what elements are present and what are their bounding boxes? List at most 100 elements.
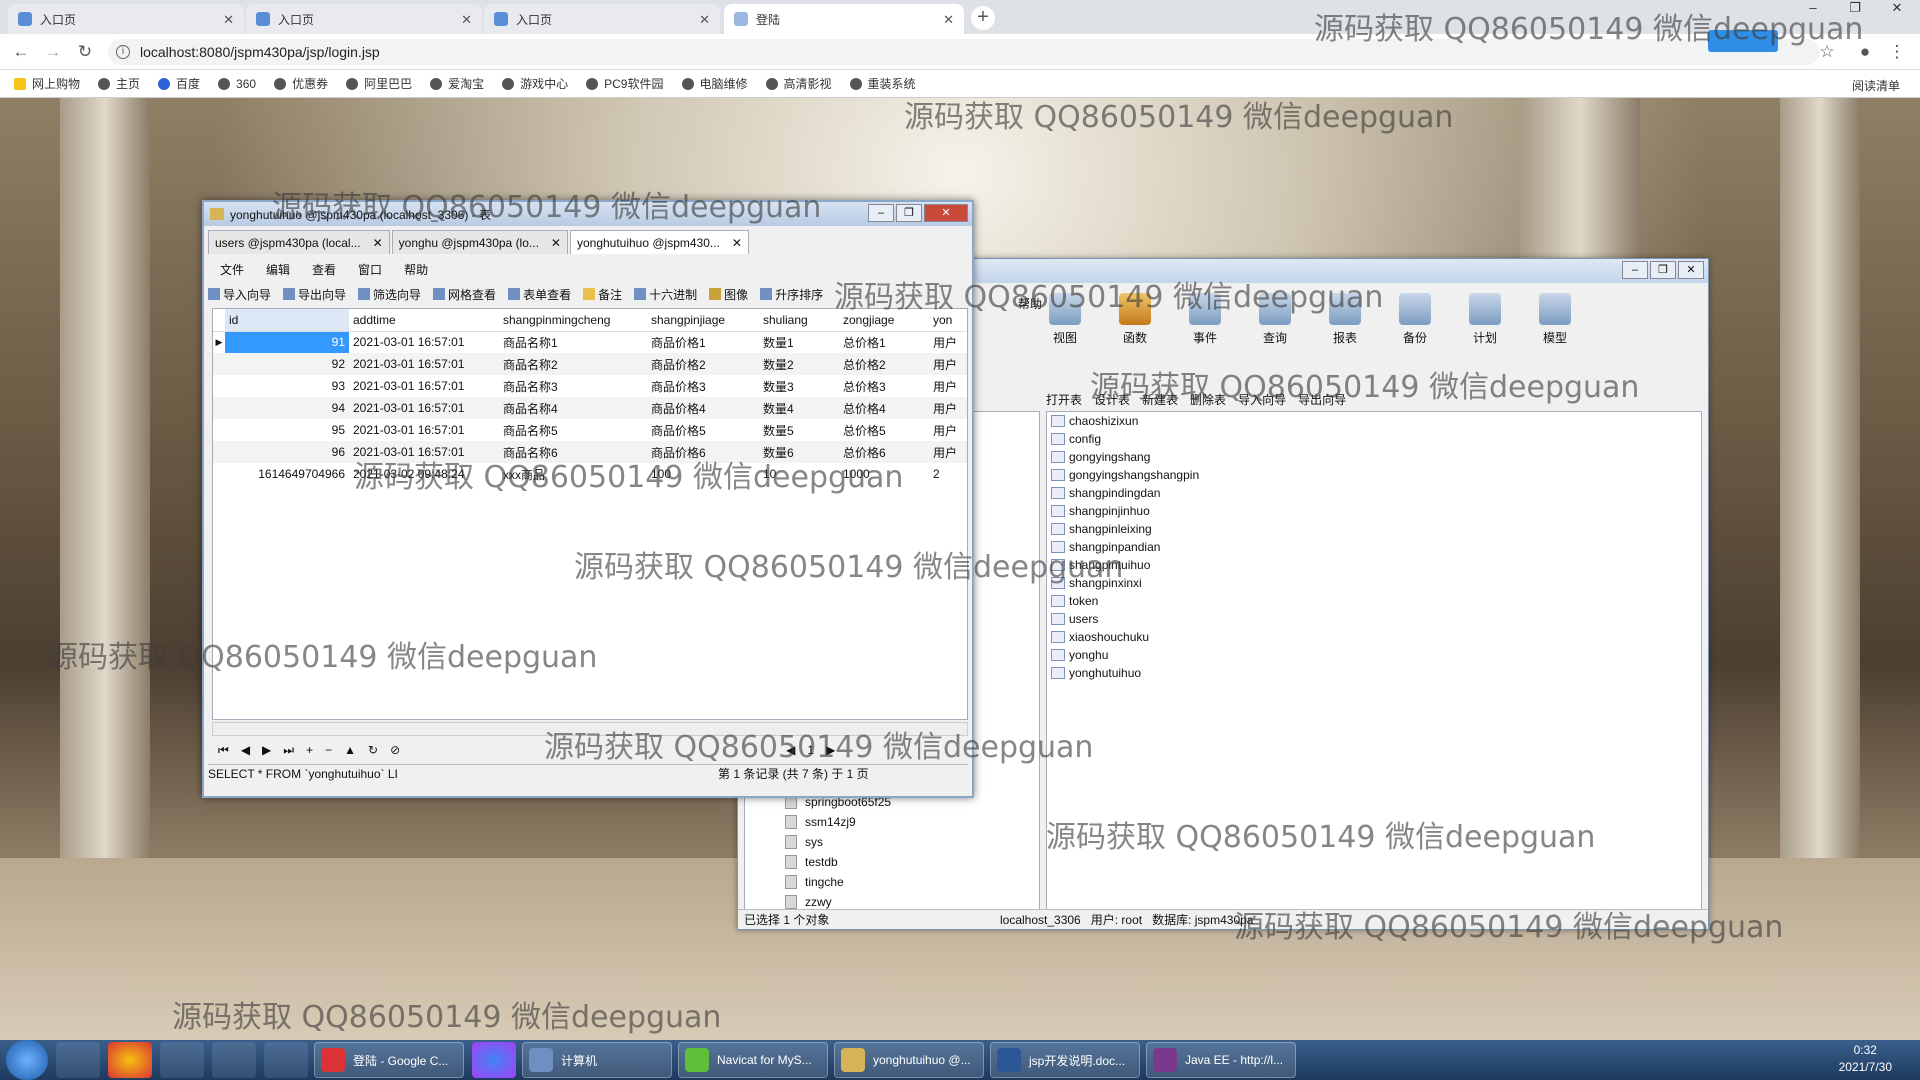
close-icon[interactable]: ✕ [373,236,383,250]
first-record-icon[interactable]: ⏮ [218,743,229,758]
hex-button[interactable]: 十六进制 [634,286,697,303]
bookmark-item[interactable]: 阿里巴巴 [346,75,412,92]
close-icon[interactable]: ✕ [943,12,954,28]
bookmark-item[interactable]: 优惠券 [274,75,328,92]
form-view-button[interactable]: 表单查看 [508,286,571,303]
cell[interactable]: 用户 [929,375,967,397]
column-header[interactable]: id [225,309,349,332]
table-item[interactable]: shangpinxinxi [1047,574,1701,592]
cell[interactable]: 96 [225,441,349,463]
tab-users[interactable]: users @jspm430pa (local... ✕ [208,230,390,254]
database-item[interactable]: tingche [745,872,1035,892]
table-item[interactable]: shangpinpandian [1047,538,1701,556]
browser-tab[interactable]: 入口页 ✕ [484,4,720,34]
menu-view[interactable]: 查看 [312,261,336,278]
tab-yonghu[interactable]: yonghu @jspm430pa (lo... ✕ [391,230,568,254]
browser-tab[interactable]: 入口页 ✕ [246,4,482,34]
bookmark-item[interactable]: 主页 [98,75,140,92]
database-item[interactable]: testdb [745,852,1035,872]
close-icon[interactable]: ✕ [732,236,742,250]
table-row[interactable]: ▶ 91 2021-03-01 16:57:01 商品名称1 商品价格1 数量1… [213,331,967,353]
menu-help[interactable]: 帮助 [404,261,428,278]
chrome-icon[interactable] [108,1042,152,1078]
back-icon[interactable]: ← [10,41,32,63]
reload-icon[interactable]: ↻ [74,41,96,63]
pinned-app-icon[interactable] [56,1042,100,1078]
bookmark-item[interactable]: 高清影视 [765,75,832,92]
cell[interactable]: 92 [225,353,349,375]
minimize-icon[interactable]: – [868,204,894,222]
table-row[interactable]: 95 2021-03-01 16:57:01 商品名称5 商品价格5 数量5 总… [213,419,967,441]
taskbar-item-eclipse[interactable]: Java EE - http://l... [1146,1042,1296,1078]
table-item[interactable]: shangpinleixing [1047,520,1701,538]
cell[interactable]: 总价格3 [839,375,929,397]
cell[interactable]: 用户 [929,397,967,419]
browser-tab-active[interactable]: 登陆 ✕ [724,4,964,34]
taskbar-item-chrome[interactable]: 登陆 - Google C... [314,1042,464,1078]
cell[interactable]: 2021-03-01 16:57:01 [349,375,499,397]
cell[interactable]: 2021-03-01 16:57:01 [349,353,499,375]
last-record-icon[interactable]: ⏭ [283,743,294,758]
start-button[interactable] [6,1040,48,1080]
cell[interactable]: 95 [225,419,349,441]
taskbar-item-computer[interactable]: 计算机 [522,1042,672,1078]
cell[interactable]: 用户 [929,441,967,463]
tab-yonghutuihuo[interactable]: yonghutuihuo @jspm430... ✕ [569,230,749,254]
prev-record-icon[interactable]: ◀ [241,743,250,757]
bookmark-item[interactable]: 电脑维修 [681,75,748,92]
cell[interactable]: 商品价格1 [647,331,759,353]
stop-icon[interactable]: ⊘ [390,743,400,757]
add-record-icon[interactable]: + [306,743,313,757]
table-item[interactable]: shangpintuihuo [1047,556,1701,574]
cell[interactable]: 数量2 [759,353,839,375]
open-table-button[interactable]: 打开表 [1046,391,1082,408]
browser-tab[interactable]: 入口页 ✕ [8,4,244,34]
cell[interactable]: 94 [225,397,349,419]
refresh-icon[interactable]: ↻ [368,743,378,757]
sort-ascending-button[interactable]: 升序排序 [760,286,823,303]
column-header[interactable]: shangpinjiage [647,309,759,332]
menu-file[interactable]: 文件 [220,261,244,278]
reading-list-button[interactable]: 阅读清单 [1852,77,1900,94]
minimize-icon[interactable]: – [1622,261,1648,279]
cell[interactable]: 商品价格3 [647,375,759,397]
column-header[interactable]: shangpinmingcheng [499,309,647,332]
cell[interactable]: 商品名称3 [499,375,647,397]
close-icon[interactable]: ✕ [461,12,472,28]
bookmark-item[interactable]: 网上购物 [14,75,80,92]
cell[interactable]: 数量1 [759,331,839,353]
pinned-app-icon[interactable] [472,1042,516,1078]
schedule-button[interactable]: 计划 [1458,289,1512,346]
cell[interactable]: 商品价格4 [647,397,759,419]
table-item[interactable]: xiaoshouchuku [1047,628,1701,646]
table-item[interactable]: token [1047,592,1701,610]
next-record-icon[interactable]: ▶ [262,743,271,757]
close-icon[interactable]: ✕ [699,12,710,28]
cell[interactable]: 2021-03-01 16:57:01 [349,419,499,441]
cell[interactable]: 2021-03-01 16:57:01 [349,397,499,419]
column-header[interactable]: addtime [349,309,499,332]
table-row[interactable]: 92 2021-03-01 16:57:01 商品名称2 商品价格2 数量2 总… [213,353,967,375]
grid-view-button[interactable]: 网格查看 [433,286,496,303]
table-item[interactable]: shangpindingdan [1047,484,1701,502]
apply-icon[interactable]: ▲ [344,743,356,757]
cell[interactable]: 93 [225,375,349,397]
table-item[interactable]: yonghu [1047,646,1701,664]
taskbar-item-navicat[interactable]: Navicat for MyS... [678,1042,828,1078]
database-item[interactable]: sys [745,832,1035,852]
maximize-icon[interactable]: ❐ [896,204,922,222]
taskbar-item-table[interactable]: yonghutuihuo @... [834,1042,984,1078]
bookmark-item[interactable]: 360 [218,77,256,91]
close-icon[interactable]: ✕ [924,204,968,222]
database-item[interactable]: ssm14zj9 [745,812,1035,832]
cell[interactable]: 总价格2 [839,353,929,375]
bookmark-item[interactable]: 游戏中心 [502,75,568,92]
table-item[interactable]: shangpinjinhuo [1047,502,1701,520]
cell[interactable]: 2 [929,463,967,485]
taskbar-item-word[interactable]: jsp开发说明.doc... [990,1042,1140,1078]
new-tab-button[interactable]: + [971,6,995,30]
column-header[interactable]: shuliang [759,309,839,332]
close-icon[interactable]: ✕ [551,236,561,250]
backup-button[interactable]: 备份 [1388,289,1442,346]
close-icon[interactable]: ✕ [223,12,234,28]
